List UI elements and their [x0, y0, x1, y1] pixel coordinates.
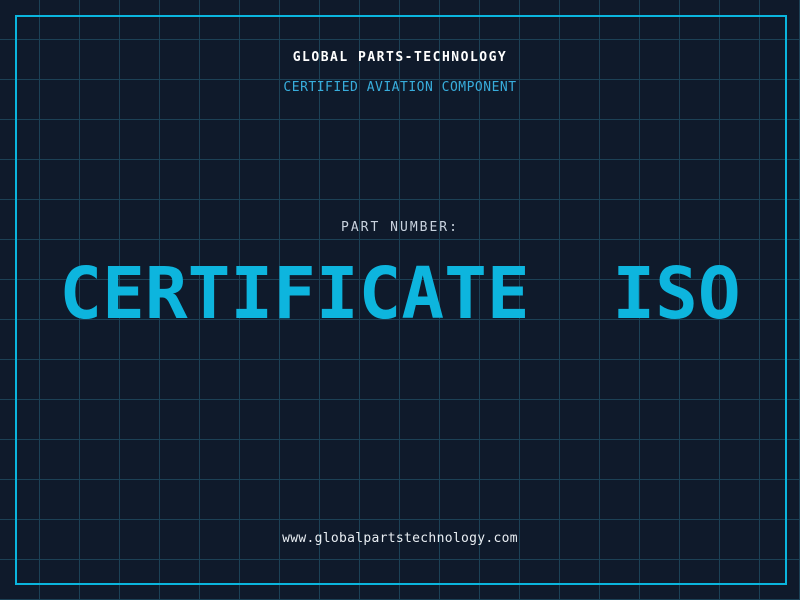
page-subtitle: CERTIFIED AVIATION COMPONENT — [0, 81, 800, 95]
part-number-label: PART NUMBER: — [0, 220, 800, 235]
blueprint-canvas: GLOBAL PARTS-TECHNOLOGY CERTIFIED AVIATI… — [0, 0, 800, 600]
page-title: GLOBAL PARTS-TECHNOLOGY — [0, 50, 800, 65]
footer-url: www.globalpartstechnology.com — [0, 531, 800, 546]
part-number-value: CERTIFICATE ISO — [0, 258, 800, 330]
